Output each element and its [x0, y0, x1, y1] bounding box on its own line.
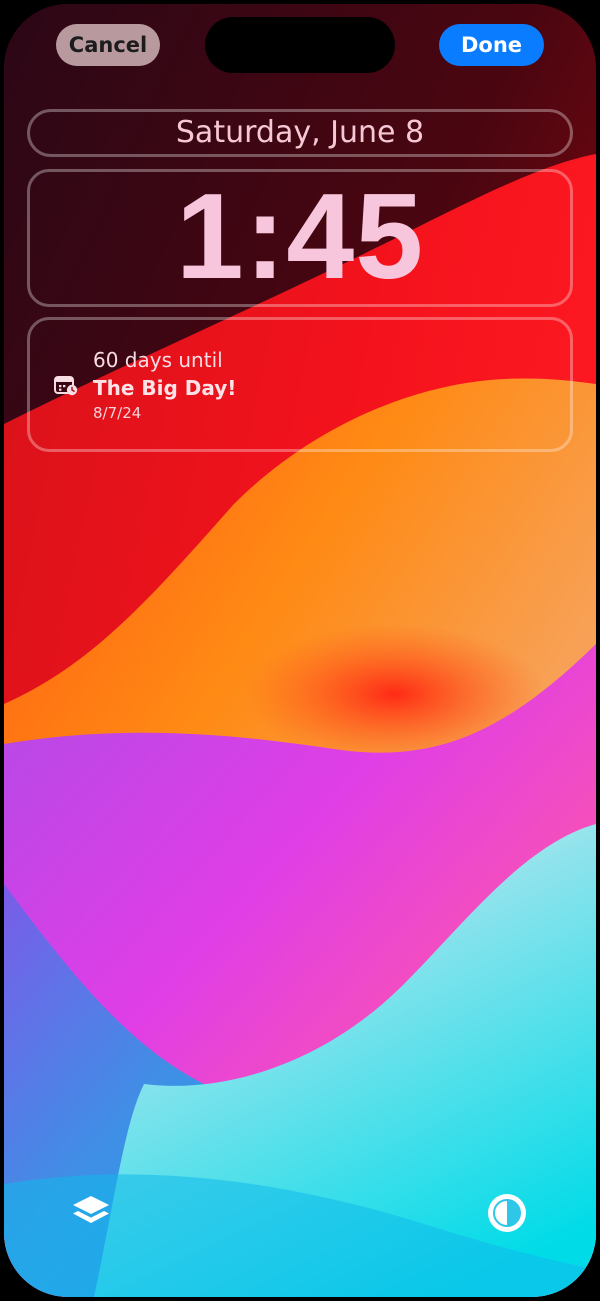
contrast-icon[interactable] [484, 1190, 530, 1236]
clock-slot[interactable]: 1:45 [27, 168, 573, 307]
cancel-button[interactable]: Cancel [56, 24, 160, 66]
dynamic-island [205, 17, 395, 73]
lock-date: Saturday, June 8 [175, 115, 425, 150]
calendar-clock-icon [54, 376, 78, 396]
done-button[interactable]: Done [439, 24, 544, 66]
event-title: The Big Day! [93, 376, 237, 400]
lock-screen-editor: Cancel Done Saturday, June 8 1:45 60 day… [4, 4, 596, 1297]
widget-slot[interactable]: 60 days until The Big Day! 8/7/24 [27, 317, 573, 452]
phone-frame: Cancel Done Saturday, June 8 1:45 60 day… [0, 0, 600, 1301]
event-date: 8/7/24 [93, 404, 142, 422]
lock-time: 1:45 [175, 168, 425, 304]
date-widget-slot[interactable]: Saturday, June 8 [27, 109, 573, 157]
layers-icon[interactable] [68, 1190, 114, 1236]
countdown-text: 60 days until [93, 348, 223, 372]
